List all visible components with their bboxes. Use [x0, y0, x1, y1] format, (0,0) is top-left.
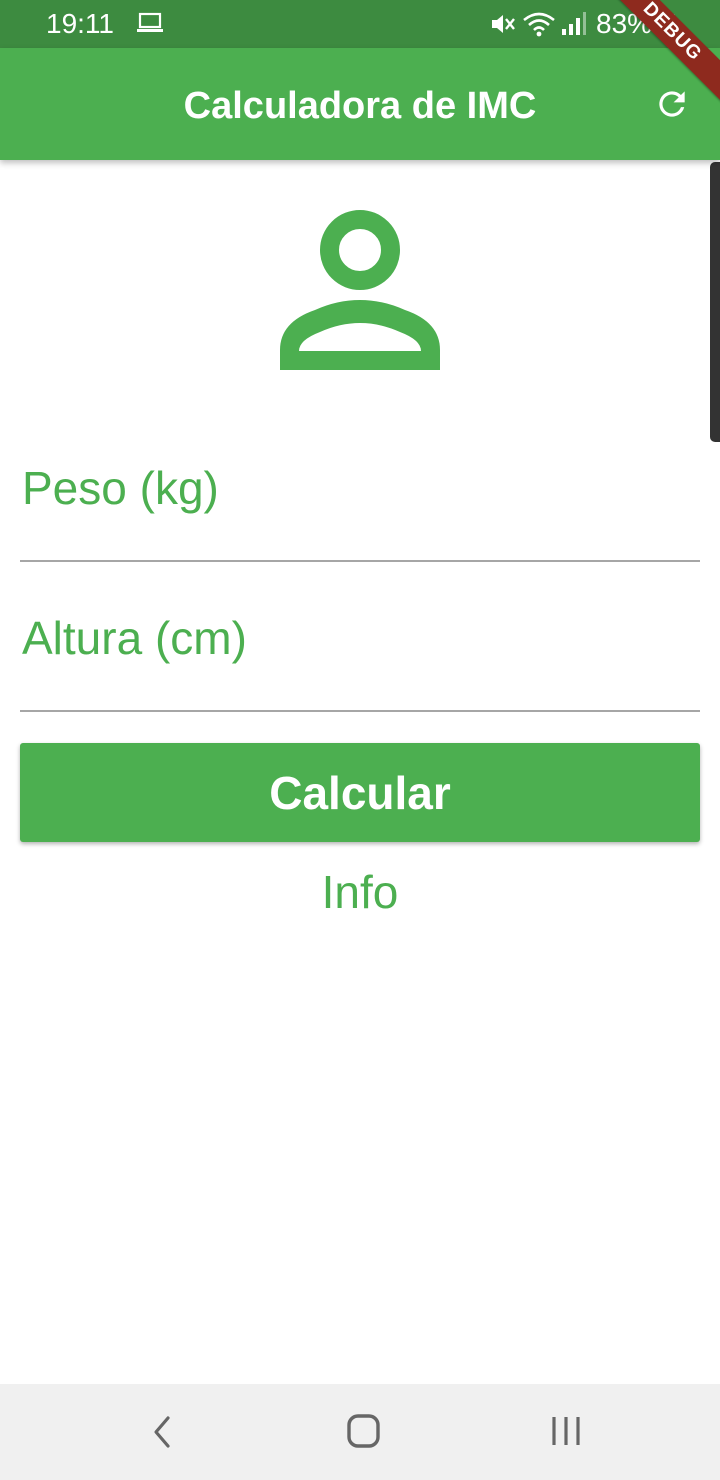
- scrollbar[interactable]: [710, 162, 720, 442]
- height-field[interactable]: Altura (cm): [20, 612, 700, 712]
- weight-label: Peso (kg): [22, 462, 219, 514]
- navigation-bar: [0, 1384, 720, 1480]
- back-icon[interactable]: [148, 1412, 178, 1457]
- weight-field[interactable]: Peso (kg): [20, 462, 700, 562]
- calculate-button[interactable]: Calcular: [20, 743, 700, 842]
- home-icon[interactable]: [343, 1411, 383, 1456]
- info-text: Info: [321, 866, 399, 918]
- status-time: 19:11: [46, 8, 114, 39]
- signal-icon: [560, 11, 586, 42]
- height-label: Altura (cm): [22, 612, 247, 664]
- app-title: Calculadora de IMC: [183, 85, 537, 127]
- mute-icon: [488, 10, 516, 43]
- wifi-icon: [522, 10, 556, 43]
- laptop-icon: [136, 12, 164, 39]
- refresh-button[interactable]: [646, 80, 698, 132]
- person-icon: [280, 210, 440, 375]
- recents-icon[interactable]: [546, 1412, 586, 1457]
- app-bar: Calculadora de IMC: [0, 48, 720, 160]
- calculate-label: Calcular: [269, 766, 451, 819]
- refresh-icon: [653, 85, 691, 128]
- status-bar: 19:11 83%: [0, 0, 720, 48]
